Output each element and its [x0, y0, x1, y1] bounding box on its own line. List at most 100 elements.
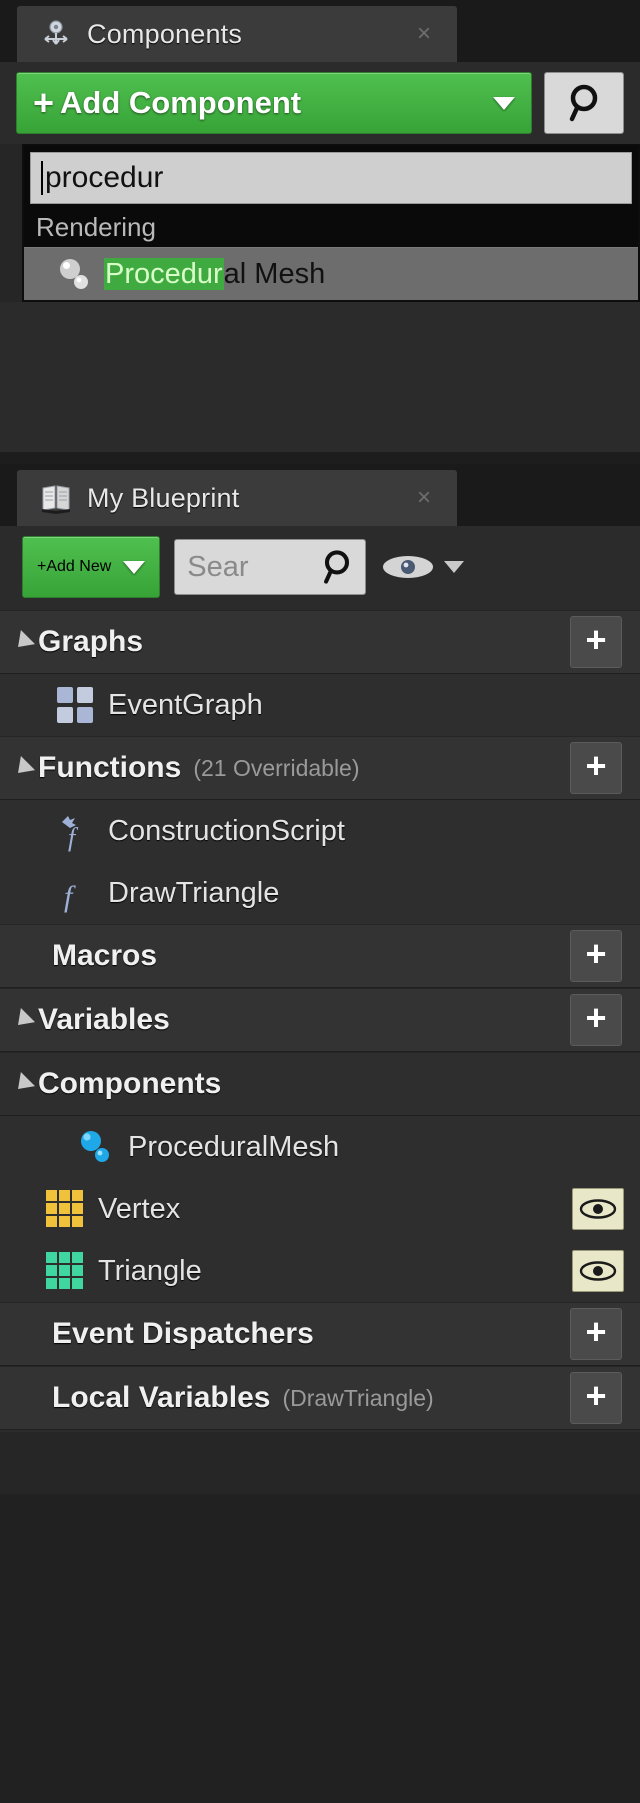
chevron-down-icon	[444, 561, 465, 573]
array-grid-icon	[46, 1252, 83, 1289]
my-blueprint-tree: Graphs + EventGraph Functions (21 Overri…	[0, 610, 640, 1432]
triangle-visibility-toggle[interactable]	[572, 1250, 624, 1292]
expander-icon[interactable]	[10, 1071, 36, 1097]
chevron-down-icon	[123, 560, 146, 574]
close-icon[interactable]: ×	[417, 486, 431, 510]
text-caret	[41, 161, 43, 195]
plus-icon: +	[37, 558, 47, 575]
component-search-value: procedur	[45, 161, 164, 194]
tree-category-event-dispatchers[interactable]: Event Dispatchers +	[0, 1302, 640, 1366]
category-label: Graphs	[38, 625, 144, 658]
dropdown-item-label: Procedural Mesh	[104, 257, 326, 291]
subcategory-label: Components	[38, 1067, 222, 1100]
tree-category-macros[interactable]: Macros +	[0, 924, 640, 988]
tree-category-graphs[interactable]: Graphs +	[0, 610, 640, 674]
components-toolbar: + Add Component	[0, 62, 640, 144]
tree-category-variables[interactable]: Variables +	[0, 988, 640, 1052]
add-function-button[interactable]: +	[570, 742, 622, 794]
add-macro-button[interactable]: +	[570, 930, 622, 982]
dropdown-group-label: Rendering	[24, 204, 638, 247]
panel-divider	[0, 452, 640, 464]
chevron-down-icon	[493, 96, 515, 110]
svg-text:f: f	[64, 880, 76, 913]
category-label: Functions	[38, 751, 182, 784]
add-new-label: Add New	[46, 558, 112, 575]
vertex-visibility-toggle[interactable]	[572, 1188, 624, 1230]
tree-category-local-variables[interactable]: Local Variables (DrawTriangle) +	[0, 1366, 640, 1430]
plus-icon: +	[33, 82, 55, 123]
array-grid-icon	[46, 1190, 83, 1227]
tab-my-blueprint-label: My Blueprint	[87, 482, 240, 513]
expander-icon[interactable]	[10, 1007, 36, 1033]
tree-subcategory-components[interactable]: Components	[0, 1052, 640, 1116]
category-label: Local Variables	[52, 1381, 271, 1414]
dropdown-item-procedural-mesh[interactable]: Procedural Mesh	[24, 247, 638, 300]
tree-item-triangle[interactable]: Triangle	[0, 1240, 640, 1302]
tree-item-vertex[interactable]: Vertex	[0, 1178, 640, 1240]
add-graph-button[interactable]: +	[570, 616, 622, 668]
magnifier-icon	[324, 550, 350, 584]
procedural-mesh-icon	[81, 1131, 109, 1162]
tab-components[interactable]: Components ×	[17, 6, 457, 62]
blueprint-editor-sidebar: Components × + Add Component procedur Re…	[0, 0, 640, 1803]
eye-icon	[579, 1199, 617, 1219]
my-blueprint-panel: My Blueprint × + Add New Sear Graphs + E…	[0, 464, 640, 1494]
expander-icon[interactable]	[10, 755, 36, 781]
my-blueprint-toolbar: + Add New Sear	[0, 526, 640, 610]
close-icon[interactable]: ×	[417, 22, 431, 46]
components-cube-icon	[44, 20, 68, 45]
procedural-mesh-icon	[60, 259, 88, 289]
local-variables-scope: (DrawTriangle)	[282, 1384, 434, 1411]
item-label: EventGraph	[108, 688, 263, 721]
item-label: DrawTriangle	[108, 876, 280, 909]
plus-icon: +	[585, 1375, 607, 1416]
function-icon: f	[64, 880, 76, 913]
category-label: Event Dispatchers	[52, 1317, 314, 1350]
add-local-variable-button[interactable]: +	[570, 1372, 622, 1424]
plus-icon: +	[585, 619, 607, 660]
category-label: Macros	[52, 939, 158, 972]
event-graph-icon	[57, 687, 93, 723]
my-blueprint-search-input[interactable]: Sear	[174, 539, 367, 595]
add-component-label: Add Component	[60, 85, 302, 120]
tree-item-constructionscript[interactable]: f ConstructionScript	[0, 800, 640, 862]
tab-my-blueprint[interactable]: My Blueprint ×	[17, 470, 457, 526]
component-search-input[interactable]: procedur	[30, 152, 632, 204]
eye-icon	[579, 1261, 617, 1281]
components-panel: Components × + Add Component procedur Re…	[0, 0, 640, 452]
my-blueprint-bottom-filler	[0, 1432, 640, 1494]
plus-icon: +	[585, 997, 607, 1038]
add-component-dropdown: procedur Rendering Procedural Mesh	[22, 144, 640, 302]
eye-icon	[383, 556, 434, 578]
add-event-dispatcher-button[interactable]: +	[570, 1308, 622, 1360]
my-blueprint-tabbar: My Blueprint ×	[0, 464, 640, 526]
search-placeholder: Sear	[187, 550, 249, 583]
tree-item-eventgraph[interactable]: EventGraph	[0, 674, 640, 736]
add-variable-button[interactable]: +	[570, 994, 622, 1046]
search-rest: al Mesh	[223, 257, 326, 290]
plus-icon: +	[585, 745, 607, 786]
blueprint-book-icon	[42, 485, 70, 514]
tree-category-functions[interactable]: Functions (21 Overridable) +	[0, 736, 640, 800]
tab-components-label: Components	[87, 18, 243, 49]
svg-text:f: f	[68, 823, 79, 852]
components-search-button[interactable]	[544, 72, 624, 134]
construction-script-icon: f	[62, 816, 79, 852]
item-label: ConstructionScript	[108, 814, 345, 847]
add-new-button[interactable]: + Add New	[22, 536, 161, 598]
tree-item-drawtriangle[interactable]: f DrawTriangle	[0, 862, 640, 924]
components-tabbar: Components ×	[0, 0, 640, 62]
visibility-control[interactable]	[380, 550, 468, 584]
search-match-highlight: Procedur	[104, 257, 224, 290]
functions-overridable-count: (21 Overridable)	[193, 754, 360, 781]
plus-icon: +	[585, 933, 607, 974]
item-label: ProceduralMesh	[128, 1130, 340, 1163]
tree-item-proceduralmesh[interactable]: ProceduralMesh	[0, 1116, 640, 1178]
magnifier-icon	[569, 84, 598, 122]
category-label: Variables	[38, 1003, 170, 1036]
item-label: Triangle	[98, 1254, 202, 1287]
add-component-button[interactable]: + Add Component	[16, 72, 532, 134]
expander-icon[interactable]	[10, 629, 36, 655]
components-empty-area	[0, 302, 640, 452]
plus-icon: +	[585, 1311, 607, 1352]
